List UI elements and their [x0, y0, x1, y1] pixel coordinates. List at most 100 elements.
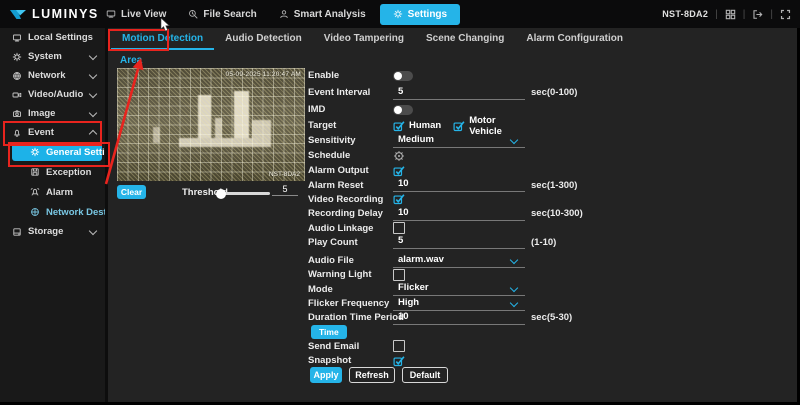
mode-select[interactable]: Flicker	[393, 282, 525, 296]
threshold-slider-thumb[interactable]	[216, 189, 226, 199]
nav-item-file-search[interactable]: File Search	[180, 5, 264, 24]
field-range-hint: sec(1-300)	[525, 180, 577, 191]
field-label: Alarm Reset	[308, 180, 393, 191]
field-control	[393, 269, 525, 281]
fullscreen-icon[interactable]	[780, 9, 791, 20]
event-interval-input[interactable]: 5	[393, 86, 525, 100]
form-row-mode: ModeFlicker	[308, 282, 778, 296]
divider: |	[770, 9, 773, 20]
field-label: Warning Light	[308, 269, 393, 280]
tab-alarm-configuration[interactable]: Alarm Configuration	[515, 28, 634, 50]
warning-light-checkbox[interactable]	[393, 269, 405, 281]
grid-icon[interactable]	[725, 9, 736, 20]
sidebar-item-general-settings[interactable]: General Settings	[12, 143, 102, 161]
divider: |	[743, 9, 746, 20]
field-label: Send Email	[308, 341, 393, 352]
field-control	[393, 150, 525, 162]
alarm-reset-input[interactable]: 10	[393, 178, 525, 192]
sidebar-item-storage[interactable]: Storage	[0, 222, 105, 241]
live-view-icon	[106, 9, 116, 19]
field-label: Enable	[308, 70, 393, 81]
refresh-button[interactable]: Refresh	[349, 367, 395, 383]
motion-grid-overlay	[117, 68, 305, 181]
tab-motion-detection[interactable]: Motion Detection	[111, 28, 214, 50]
human-checkbox[interactable]: Human	[393, 120, 441, 132]
chevron-down-icon	[89, 108, 97, 116]
device-id: NST-8DA2	[662, 9, 708, 19]
sidebar-item-local-settings[interactable]: Local Settings	[0, 28, 105, 47]
tab-video-tampering[interactable]: Video Tampering	[313, 28, 415, 50]
sidebar-item-system[interactable]: System	[0, 47, 105, 66]
apply-button[interactable]: Apply	[310, 367, 342, 383]
tab-scene-changing[interactable]: Scene Changing	[415, 28, 515, 50]
field-range-hint: sec(10-300)	[525, 208, 583, 219]
default-button[interactable]: Default	[402, 367, 448, 383]
field-control	[393, 355, 525, 367]
form-row: Apply Refresh Default	[308, 368, 778, 382]
smart-analysis-icon	[279, 9, 289, 19]
main-panel: Motion DetectionAudio DetectionVideo Tam…	[105, 28, 797, 402]
nav-item-smart-analysis[interactable]: Smart Analysis	[271, 5, 374, 24]
topbar: LUMINYS Live ViewFile SearchSmart Analys…	[0, 0, 800, 28]
form-row-alarm-reset: Alarm Reset10sec(1-300)	[308, 178, 778, 192]
flicker-frequency-select[interactable]: High	[393, 297, 525, 311]
video-recording-config-icon[interactable]	[393, 193, 405, 205]
sidebar-item-label: Network	[28, 70, 65, 81]
threshold-value[interactable]: 5	[272, 184, 298, 196]
checked-box-icon	[393, 120, 405, 132]
sidebar-item-network[interactable]: Network	[0, 66, 105, 85]
field-label: Alarm Output	[308, 165, 393, 176]
gear-icon	[12, 52, 22, 62]
form-row-video-recording: Video Recording	[308, 192, 778, 206]
clear-button[interactable]: Clear	[117, 185, 146, 199]
detection-area-canvas[interactable]: 05-09-2025 11:20:47 AM NST-8DA2	[117, 68, 305, 181]
audio-linkage-checkbox[interactable]	[393, 222, 405, 234]
imd-toggle[interactable]	[393, 105, 413, 115]
nav-item-live-view[interactable]: Live View	[98, 5, 174, 24]
time-button[interactable]: Time	[311, 325, 347, 339]
enable-toggle[interactable]	[393, 71, 413, 81]
form-row-target: TargetHumanMotor Vehicle	[308, 118, 778, 133]
sidebar-item-event[interactable]: Event	[0, 123, 105, 142]
checked-box-icon	[453, 120, 465, 132]
chevron-down-icon	[510, 255, 518, 263]
chevron-down-icon	[510, 298, 518, 306]
play-count-input[interactable]: 5	[393, 235, 525, 249]
chevron-down-icon	[89, 226, 97, 234]
sidebar-item-label: Exception	[46, 167, 91, 178]
field-control: 10	[393, 207, 525, 221]
sidebar: Local SettingsSystem Network Video/Audio Im…	[0, 28, 105, 402]
field-range-hint: sec(5-30)	[525, 312, 572, 323]
audio-file-select[interactable]: alarm.wav	[393, 254, 525, 268]
recording-delay-input[interactable]: 10	[393, 207, 525, 221]
top-nav: Live View File Search Smart Analysis Settin…	[98, 0, 460, 28]
form-row-audio-file: Audio Filealarm.wav	[308, 253, 778, 267]
tab-audio-detection[interactable]: Audio Detection	[214, 28, 313, 50]
area-section-title: Area	[120, 55, 142, 66]
duration-time-period-input[interactable]: 10	[393, 311, 525, 325]
chevron-down-icon	[89, 70, 97, 78]
motion-detection-content: Area 05-09-2025 11:20:47 AM NST-8DA2 Cle…	[108, 50, 797, 402]
logout-icon[interactable]	[752, 9, 763, 20]
storage-icon	[12, 227, 22, 237]
snapshot-config-icon[interactable]	[393, 355, 405, 367]
send-email-checkbox[interactable]	[393, 340, 405, 352]
sidebar-item-image[interactable]: Image	[0, 104, 105, 123]
sensitivity-select[interactable]: Medium	[393, 134, 525, 148]
sidebar-item-network-destination[interactable]: Network Destination	[0, 202, 105, 222]
field-label: Target	[308, 120, 393, 131]
field-label: Schedule	[308, 150, 393, 161]
schedule-config-icon[interactable]	[393, 150, 405, 162]
chevron-down-icon	[510, 135, 518, 143]
sidebar-item-exception[interactable]: Exception	[0, 162, 105, 182]
sidebar-item-alarm[interactable]: Alarm	[0, 182, 105, 202]
nav-item-settings[interactable]: Settings	[380, 4, 460, 25]
threshold-slider[interactable]	[218, 192, 270, 195]
sidebar-item-label: Image	[28, 108, 55, 119]
alarm-output-config-icon[interactable]	[393, 165, 405, 177]
detection-tabs: Motion DetectionAudio DetectionVideo Tam…	[108, 28, 797, 50]
sidebar-item-video-audio[interactable]: Video/Audio	[0, 85, 105, 104]
chevron-up-icon	[89, 129, 97, 137]
sidebar-item-label: Video/Audio	[28, 89, 83, 100]
nav-item-label: File Search	[203, 9, 256, 20]
